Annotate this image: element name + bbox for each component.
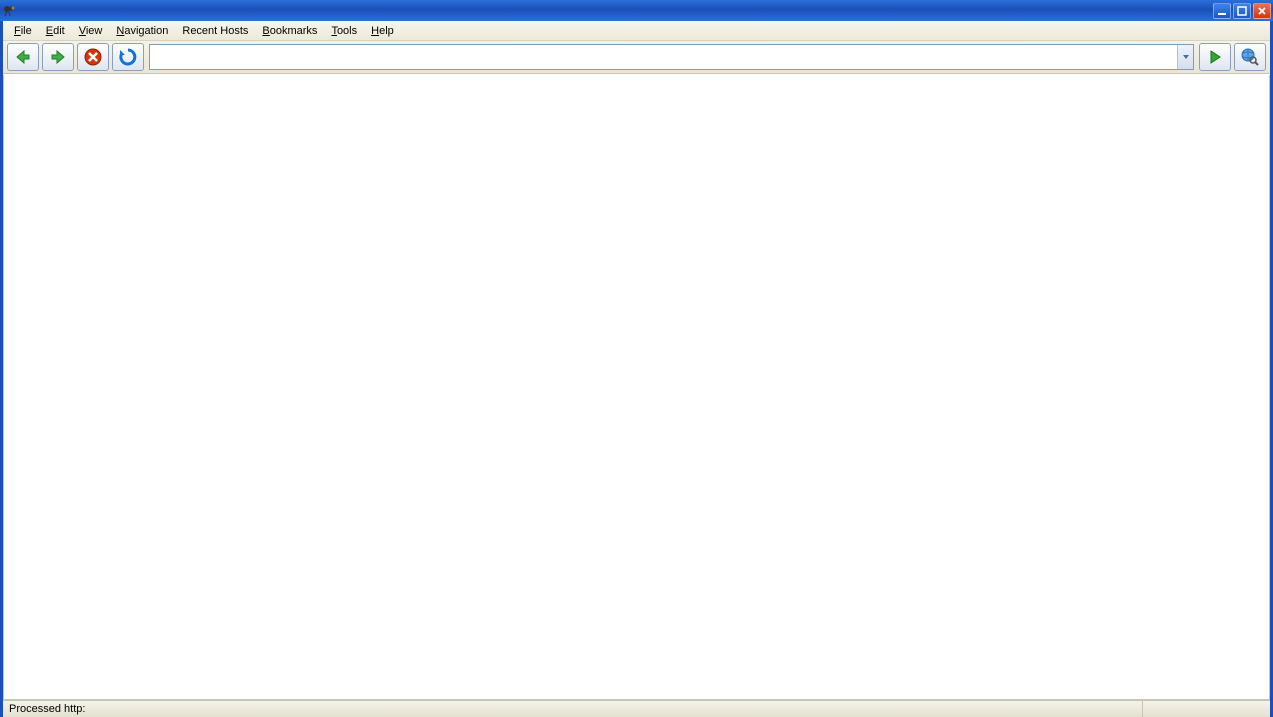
status-bar: Processed http: — [3, 700, 1270, 717]
maximize-button[interactable] — [1233, 3, 1251, 19]
forward-button[interactable] — [42, 43, 74, 71]
play-icon — [1207, 49, 1223, 65]
go-button[interactable] — [1199, 43, 1231, 71]
content-area — [3, 75, 1270, 700]
menu-navigation[interactable]: Navigation — [109, 23, 175, 39]
status-text: Processed http: — [3, 703, 1142, 715]
menu-view[interactable]: View — [72, 23, 110, 39]
menu-tools[interactable]: Tools — [324, 23, 364, 39]
app-icon — [2, 3, 18, 19]
address-bar — [149, 44, 1194, 70]
address-input[interactable] — [150, 45, 1177, 69]
back-button[interactable] — [7, 43, 39, 71]
window-controls — [1213, 3, 1271, 19]
title-bar — [0, 0, 1273, 21]
reload-icon — [118, 47, 138, 67]
menu-help[interactable]: Help — [364, 23, 401, 39]
status-pane — [1142, 701, 1270, 717]
close-button[interactable] — [1253, 3, 1271, 19]
arrow-left-icon — [13, 47, 33, 67]
stop-button[interactable] — [77, 43, 109, 71]
menu-bookmarks[interactable]: Bookmarks — [255, 23, 324, 39]
menu-recent-hosts[interactable]: Recent Hosts — [175, 23, 255, 39]
reload-button[interactable] — [112, 43, 144, 71]
chevron-down-icon — [1182, 53, 1190, 61]
arrow-right-icon — [48, 47, 68, 67]
menu-file[interactable]: File — [7, 23, 39, 39]
globe-search-icon — [1240, 47, 1260, 67]
minimize-button[interactable] — [1213, 3, 1231, 19]
search-button[interactable] — [1234, 43, 1266, 71]
toolbar — [3, 41, 1270, 74]
menu-edit[interactable]: Edit — [39, 23, 72, 39]
address-dropdown-button[interactable] — [1177, 45, 1193, 69]
menu-bar: File Edit View Navigation Recent Hosts B… — [3, 21, 1270, 41]
stop-icon — [83, 47, 103, 67]
